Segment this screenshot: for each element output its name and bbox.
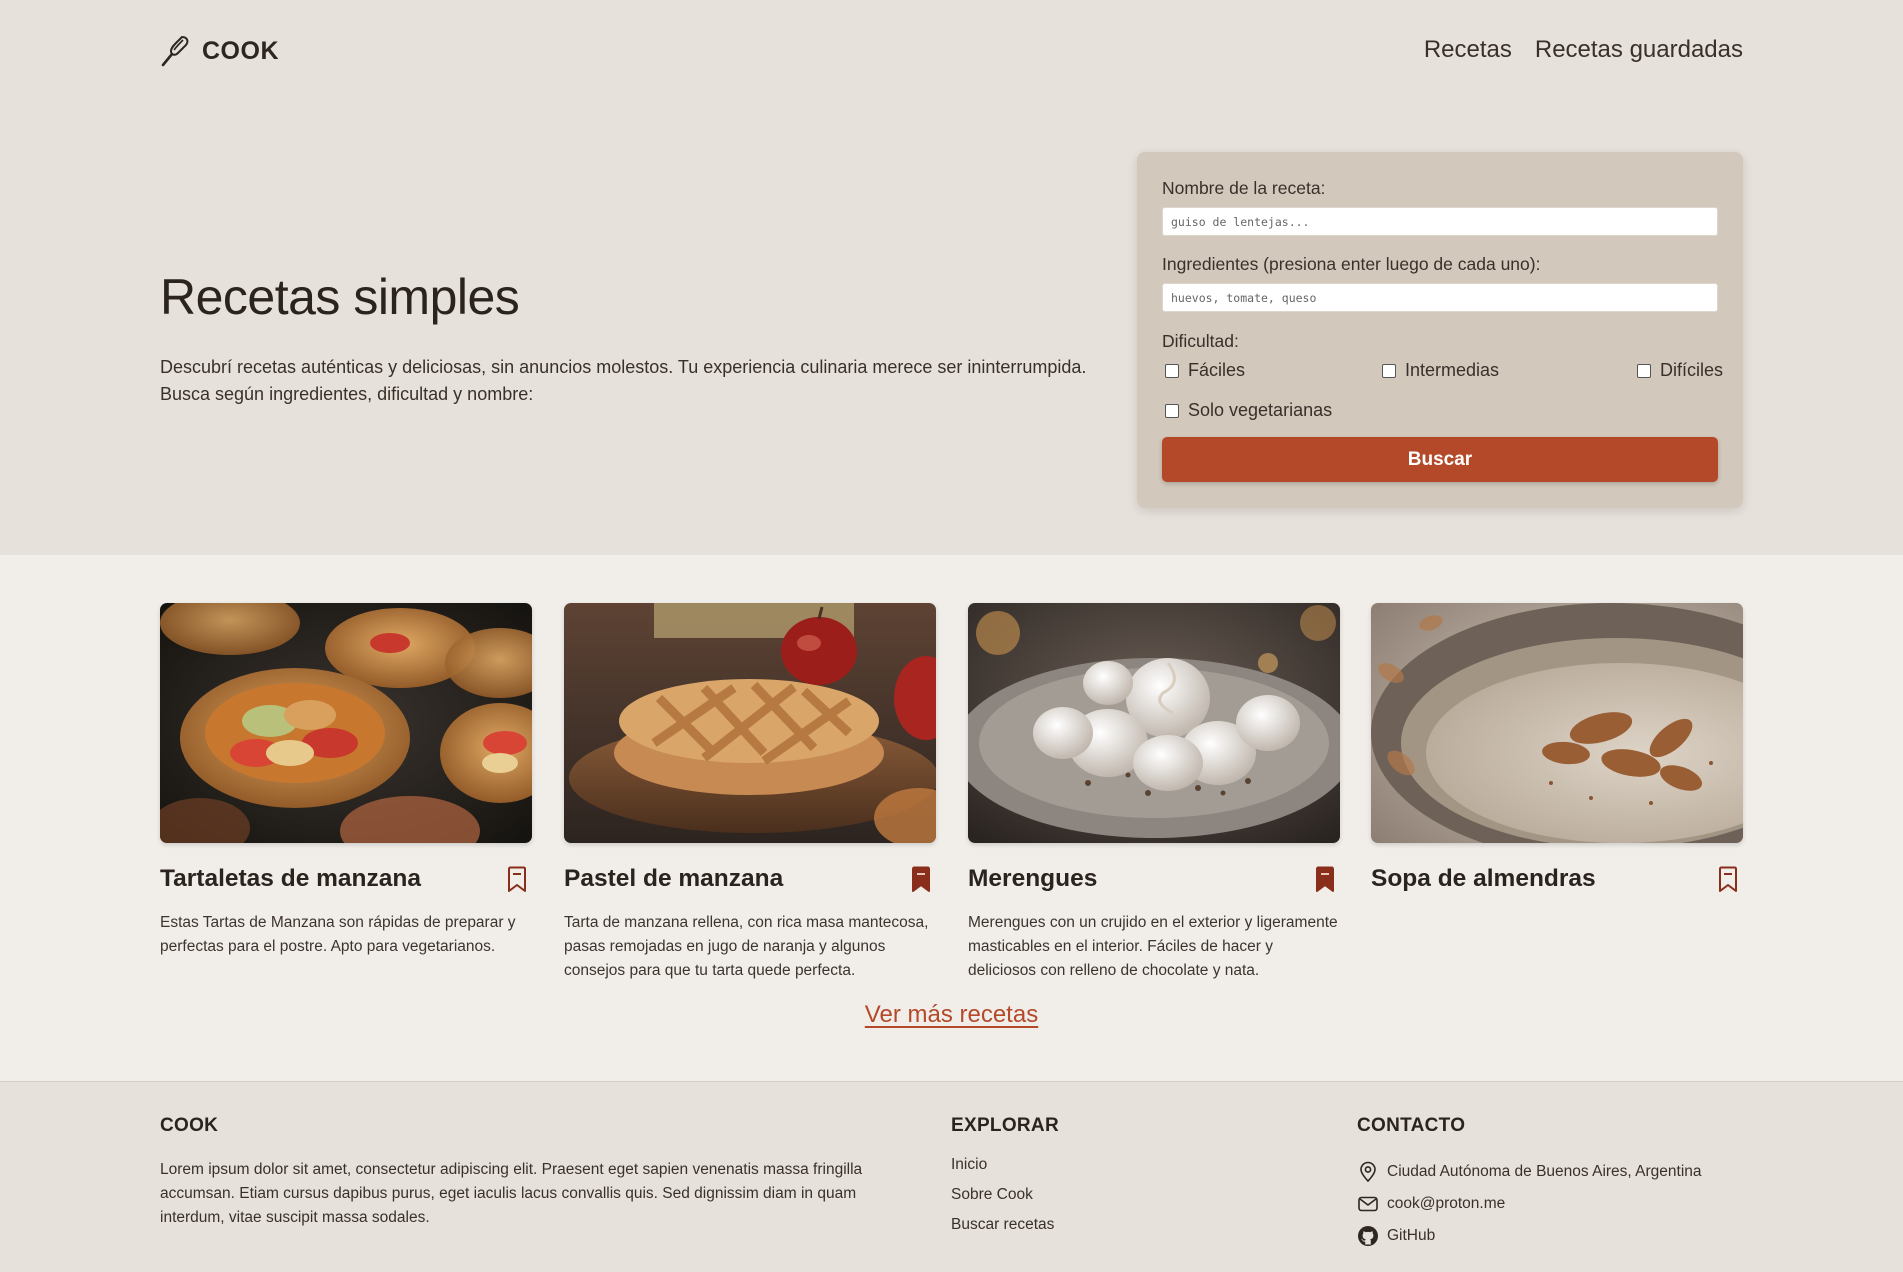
checkbox[interactable] [1637,363,1651,378]
location-pin-icon [1360,1161,1376,1183]
site-header: COOK Recetas Recetas guardadas [0,0,1903,104]
difficulty-label: Dificultad: [1162,331,1239,351]
recipe-title[interactable]: Tartaletas de manzana [160,865,421,893]
recipe-image-almond-soup[interactable] [1371,603,1743,843]
ingredients-label: Ingredientes (presiona enter luego de ca… [1162,254,1541,274]
recipe-title[interactable]: Pastel de manzana [564,865,783,893]
recipe-description: Estas Tartas de Manzana son rápidas de p… [160,914,516,955]
contact-location: Ciudad Autónoma de Buenos Aires, Argenti… [1357,1156,1702,1188]
recipe-card[interactable]: Tartaletas de manzana Estas Tartas de Ma… [160,603,532,959]
footer-link-inicio[interactable]: Inicio [951,1156,1054,1186]
more-recipes-container: Ver más recetas [0,1001,1903,1029]
recipe-card[interactable]: Merengues Merengues con un crujido en el… [968,603,1340,983]
github-icon [1358,1226,1378,1246]
recipe-card[interactable]: Sopa de almendras [1371,603,1743,911]
contact-github[interactable]: GitHub [1357,1220,1702,1252]
site-footer: COOK Lorem ipsum dolor sit amet, consect… [0,1081,1903,1272]
logo[interactable]: COOK [160,34,279,68]
recipe-description: Tarta de manzana rellena, con rica masa … [564,914,929,979]
checkbox-label: Fáciles [1188,360,1246,380]
recipe-title-row: Sopa de almendras [1371,863,1743,897]
checkbox[interactable] [1165,363,1179,378]
hero-section: Recetas simples Descubrí recetas auténti… [0,104,1903,555]
recipes-section: Tartaletas de manzana Estas Tartas de Ma… [0,555,1903,1081]
difficulty-hard-checkbox[interactable]: Difíciles [1637,360,1723,381]
recipe-name-input[interactable] [1162,207,1718,236]
hero-title: Recetas simples [160,269,520,325]
recipe-title-row: Merengues [968,863,1340,897]
recipe-image-apple-pie[interactable] [564,603,936,843]
recipe-image-apple-tartlets[interactable] [160,603,532,843]
bookmark-icon[interactable] [506,866,528,894]
vegetarian-checkbox[interactable]: Solo vegetarianas [1165,400,1332,421]
footer-about-title: COOK [160,1115,219,1136]
search-form: Nombre de la receta: Ingredientes (presi… [1137,152,1743,508]
footer-contact-title: CONTACTO [1357,1115,1466,1136]
checkbox-label: Intermedias [1405,360,1500,380]
nav-link-recetas[interactable]: Recetas [1424,36,1512,64]
contact-github-text[interactable]: GitHub [1387,1227,1435,1245]
more-recipes-link[interactable]: Ver más recetas [865,1001,1038,1028]
checkbox-label: Difíciles [1660,360,1724,380]
checkbox-label: Solo vegetarianas [1188,400,1333,420]
contact-location-text: Ciudad Autónoma de Buenos Aires, Argenti… [1387,1163,1702,1180]
footer-link-buscar-recetas[interactable]: Buscar recetas [951,1216,1054,1246]
whisk-icon [161,35,189,67]
checkbox[interactable] [1165,403,1179,418]
search-button[interactable]: Buscar [1162,437,1718,482]
difficulty-medium-checkbox[interactable]: Intermedias [1382,360,1499,381]
bookmark-filled-icon[interactable] [910,866,932,894]
recipe-title-row: Tartaletas de manzana [160,863,532,897]
difficulty-easy-checkbox[interactable]: Fáciles [1165,360,1245,381]
contact-email-text[interactable]: cook@proton.me [1387,1195,1505,1213]
mail-icon [1358,1196,1378,1212]
recipe-title[interactable]: Sopa de almendras [1371,865,1596,893]
logo-text: COOK [202,36,279,65]
recipe-card[interactable]: Pastel de manzana Tarta de manzana relle… [564,603,936,983]
recipe-title[interactable]: Merengues [968,865,1097,893]
recipe-image-meringues[interactable] [968,603,1340,843]
ingredients-input[interactable] [1162,283,1718,312]
recipe-title-row: Pastel de manzana [564,863,936,897]
bookmark-filled-icon[interactable] [1314,866,1336,894]
footer-explore-links: Inicio Sobre Cook Buscar recetas [951,1156,1054,1246]
footer-explore-title: EXPLORAR [951,1115,1059,1136]
checkbox[interactable] [1382,363,1396,378]
footer-about-text: Lorem ipsum dolor sit amet, consectetur … [160,1161,863,1226]
recipe-description: Merengues con un crujido en el exterior … [968,914,1338,979]
recipe-name-label: Nombre de la receta: [1162,178,1326,198]
hero-description: Descubrí recetas auténticas y deliciosas… [160,357,1087,404]
nav-link-recetas-guardadas[interactable]: Recetas guardadas [1535,36,1743,64]
main-nav: Recetas Recetas guardadas [1424,36,1743,64]
footer-link-sobre-cook[interactable]: Sobre Cook [951,1186,1054,1216]
footer-contact-list: Ciudad Autónoma de Buenos Aires, Argenti… [1357,1156,1702,1252]
bookmark-icon[interactable] [1717,866,1739,894]
contact-email[interactable]: cook@proton.me [1357,1188,1702,1220]
